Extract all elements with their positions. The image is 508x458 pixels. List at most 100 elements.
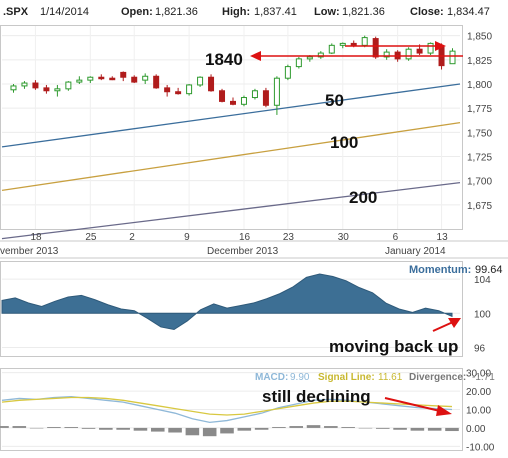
divergence-bar xyxy=(185,427,200,436)
moving-average-50-line xyxy=(1,83,461,148)
momentum-value: 99.64 xyxy=(475,264,503,276)
signal-line xyxy=(1,396,453,416)
xtick-label: 9 xyxy=(184,232,190,243)
candle-body xyxy=(76,79,83,83)
signal-value: 11.61 xyxy=(378,372,403,383)
macd-ytick-label: 10.00 xyxy=(466,406,491,417)
divergence-bar xyxy=(237,427,252,431)
candle-body xyxy=(328,44,335,54)
macd-annotation: still declining xyxy=(262,387,371,406)
candle-body xyxy=(131,76,138,83)
candle-body xyxy=(175,91,182,95)
divergence-bar xyxy=(393,427,407,430)
divergence-bar xyxy=(47,426,61,428)
candle-body xyxy=(240,97,247,105)
macd-label: MACD: xyxy=(255,372,288,383)
label-ma-100: 100 xyxy=(330,133,358,152)
divergence-bar xyxy=(324,426,338,428)
candle-body xyxy=(251,90,258,99)
low-label: Low: xyxy=(314,6,340,18)
candle-body xyxy=(295,58,302,68)
candle-body xyxy=(208,76,215,92)
open-label: Open: xyxy=(121,6,153,18)
candle-body xyxy=(416,48,423,54)
price-ytick-label: 1,700 xyxy=(467,177,492,188)
month-label-dec: December 2013 xyxy=(207,246,279,257)
momentum-area xyxy=(1,273,453,331)
xtick-label: 16 xyxy=(239,232,251,243)
moving-average-200-line xyxy=(1,181,461,240)
candle-body xyxy=(284,66,291,79)
chart-canvas: .SPX 1/14/2014 Open: 1,821.36 High: 1,83… xyxy=(0,6,508,453)
month-label-nov: vember 2013 xyxy=(0,246,59,257)
divergence-bar xyxy=(29,427,44,429)
candle-body xyxy=(142,75,149,81)
xtick-label: 13 xyxy=(437,232,449,243)
candle-body xyxy=(54,88,61,92)
candle-body xyxy=(43,87,50,92)
chart-stage: .SPX 1/14/2014 Open: 1,821.36 High: 1,83… xyxy=(0,0,508,453)
divergence-bar xyxy=(358,427,373,429)
close-label: Close: xyxy=(410,6,444,18)
candle-body xyxy=(32,82,39,89)
divergence-bar xyxy=(202,427,217,437)
close-value: 1,834.47 xyxy=(447,6,490,18)
divergence-label: Divergence: xyxy=(409,372,466,383)
high-value: 1,837.41 xyxy=(254,6,297,18)
candle-body xyxy=(262,90,269,106)
axis-layer: 1,675 1,700 1,725 1,750 1,775 1,800 1,825 1,850… xyxy=(30,32,492,243)
candle-body xyxy=(153,75,160,89)
divergence-bar xyxy=(289,426,304,428)
xtick-label: 23 xyxy=(283,232,295,243)
candle-body xyxy=(339,42,346,46)
divergence-bar xyxy=(375,427,390,429)
date-label: 1/14/2014 xyxy=(40,6,89,18)
divergence-bar xyxy=(81,427,96,429)
divergence-bar xyxy=(12,426,27,428)
momentum-annotation: moving back up xyxy=(329,337,458,356)
candle-body xyxy=(120,71,127,78)
xtick-label: 6 xyxy=(393,232,399,243)
low-value: 1,821.36 xyxy=(342,6,385,18)
macd-ytick-label: -10.00 xyxy=(466,442,495,453)
candle-body xyxy=(98,76,105,80)
candle-body xyxy=(405,48,412,60)
candle-body xyxy=(21,82,28,87)
open-value: 1,821.36 xyxy=(155,6,198,18)
candle-body xyxy=(10,85,17,91)
candle-body xyxy=(372,38,379,58)
xtick-label: 18 xyxy=(30,232,42,243)
divergence-bar xyxy=(254,427,269,430)
divergence-bar xyxy=(427,427,442,431)
xtick-label: 2 xyxy=(129,232,135,243)
candle-body xyxy=(219,90,226,102)
xtick-label: 30 xyxy=(338,232,350,243)
macd-value: 9.90 xyxy=(290,372,310,383)
month-label-jan: January 2014 xyxy=(385,246,446,257)
candle-body xyxy=(273,77,280,106)
momentum-arrow-line xyxy=(432,321,454,332)
candle-body xyxy=(164,87,171,93)
price-ytick-label: 1,825 xyxy=(467,56,492,67)
candle-body xyxy=(306,56,313,60)
high-label: High: xyxy=(222,6,250,18)
momentum-ytick-label: 104 xyxy=(474,275,491,286)
divergence-bar xyxy=(410,427,425,431)
divergence-value: -1.71 xyxy=(472,372,495,383)
price-ytick-label: 1,750 xyxy=(467,128,492,139)
candle-body xyxy=(449,50,456,65)
candle-body xyxy=(109,77,116,81)
divergence-bar xyxy=(133,427,148,431)
candle-body xyxy=(350,42,357,46)
candle-body xyxy=(65,81,72,90)
price-ytick-label: 1,775 xyxy=(467,104,492,115)
xtick-label: 25 xyxy=(85,232,97,243)
price-ytick-label: 1,725 xyxy=(467,153,492,164)
label-1840: 1840 xyxy=(205,50,243,69)
divergence-bar xyxy=(99,427,113,430)
divergence-bar xyxy=(0,426,9,428)
momentum-ytick-label: 96 xyxy=(474,343,486,354)
momentum-ytick-label: 100 xyxy=(474,309,491,320)
candlestick-series xyxy=(10,35,456,115)
moving-average-layer xyxy=(1,83,461,240)
